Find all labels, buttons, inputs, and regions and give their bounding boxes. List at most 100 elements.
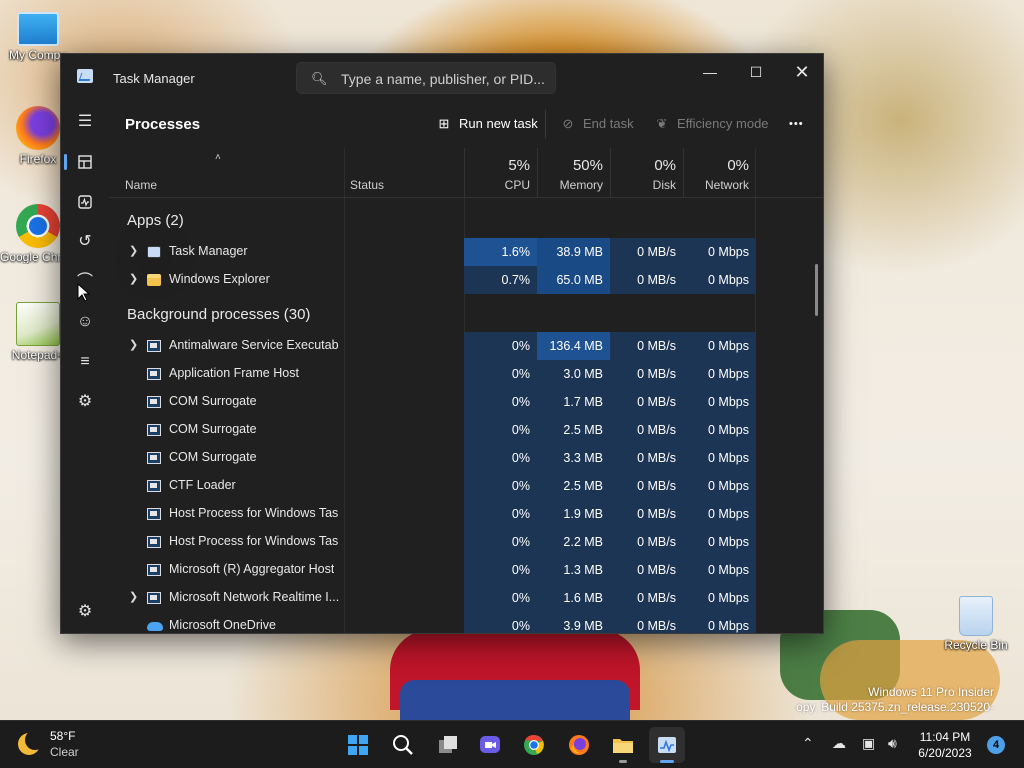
system-clock[interactable]: 11:04 PM 6/20/2023: [910, 729, 980, 761]
more-options-button[interactable]: •••: [789, 112, 804, 136]
disk-cell: 0 MB/s: [610, 528, 683, 556]
cpu-cell: 0%: [464, 472, 537, 500]
close-button[interactable]: ✕: [779, 58, 823, 86]
details-nav-icon[interactable]: ≡: [67, 344, 103, 380]
task-view-button[interactable]: [430, 727, 466, 763]
end-task-icon: ⊘: [562, 116, 574, 131]
memory-total: 50%: [572, 157, 603, 174]
table-row[interactable]: COM Surrogate 0% 3.3 MB 0 MB/s 0 Mbps: [109, 444, 823, 472]
disk-cell: 0 MB/s: [610, 500, 683, 528]
task-manager-taskbar-button[interactable]: [649, 727, 685, 763]
cpu-label: CPU: [504, 178, 530, 192]
table-row[interactable]: ❯ Task Manager 1.6% 38.9 MB 0 MB/s 0 Mbp…: [109, 238, 823, 266]
search-input[interactable]: [341, 69, 546, 89]
services-nav-icon[interactable]: ⚙: [67, 384, 103, 420]
processes-nav-icon[interactable]: [64, 144, 103, 180]
settings-gear-icon[interactable]: ⚙: [67, 594, 103, 630]
file-explorer-taskbar-button[interactable]: [605, 727, 641, 763]
table-row[interactable]: ❯ Windows Explorer 0.7% 65.0 MB 0 MB/s 0…: [109, 266, 823, 294]
maximize-button[interactable]: ☐: [733, 58, 779, 86]
display-icon[interactable]: ▣: [862, 735, 875, 752]
monitor-icon: [17, 12, 59, 46]
sort-ascending-icon: ˄: [215, 152, 221, 163]
watermark-line: opy. Build 25375.zn_release.230520-: [796, 700, 994, 714]
expand-chevron-icon[interactable]: ❯: [129, 244, 138, 257]
hamburger-menu-icon[interactable]: ☰: [67, 104, 103, 140]
disk-cell: 0 MB/s: [610, 388, 683, 416]
column-header-name[interactable]: Name: [125, 178, 157, 192]
end-task-button[interactable]: ⊘ End task: [559, 112, 634, 136]
efficiency-mode-label: Efficiency mode: [677, 116, 769, 131]
search-button[interactable]: [385, 727, 421, 763]
column-header-memory[interactable]: 50% Memory: [537, 148, 610, 198]
memory-cell: 65.0 MB: [537, 266, 610, 294]
network-disconnected-icon[interactable]: ☁: [832, 735, 846, 752]
network-cell: 0 Mbps: [683, 612, 756, 633]
process-name: COM Surrogate: [169, 394, 257, 408]
column-header-cpu[interactable]: 5% CPU: [464, 148, 537, 198]
cpu-cell: 0%: [464, 584, 537, 612]
disk-cell: 0 MB/s: [610, 584, 683, 612]
cpu-cell: 0%: [464, 332, 537, 360]
expand-chevron-icon[interactable]: ❯: [129, 338, 138, 351]
notification-badge[interactable]: 4: [987, 736, 1005, 754]
page-title: Processes: [125, 116, 201, 133]
column-header-network[interactable]: 0% Network: [683, 148, 756, 198]
notepadpp-icon: [16, 302, 60, 346]
table-row[interactable]: Microsoft (R) Aggregator Host 0% 1.3 MB …: [109, 556, 823, 584]
app-history-nav-icon[interactable]: ↺: [67, 224, 103, 260]
run-new-task-button[interactable]: ⊞ Run new task: [435, 112, 538, 136]
table-row[interactable]: Host Process for Windows Tasks 0% 1.9 MB…: [109, 500, 823, 528]
process-name: Windows Explorer: [169, 272, 270, 286]
process-icon: [147, 340, 161, 352]
efficiency-mode-button[interactable]: ❦ Efficiency mode: [653, 112, 769, 136]
cpu-total: 5%: [508, 157, 530, 174]
column-header-disk[interactable]: 0% Disk: [610, 148, 683, 198]
chat-button[interactable]: [472, 727, 508, 763]
column-header-status[interactable]: Status: [350, 178, 384, 192]
expand-chevron-icon[interactable]: ❯: [129, 590, 138, 603]
expand-chevron-icon[interactable]: ❯: [129, 272, 138, 285]
table-row[interactable]: Host Process for Windows Tasks 0% 2.2 MB…: [109, 528, 823, 556]
table-row[interactable]: COM Surrogate 0% 1.7 MB 0 MB/s 0 Mbps: [109, 388, 823, 416]
process-icon: [147, 396, 161, 408]
chrome-taskbar-button[interactable]: [516, 727, 552, 763]
users-nav-icon[interactable]: ☺: [67, 304, 103, 340]
minimize-button[interactable]: —: [687, 58, 733, 86]
network-label: Network: [704, 178, 749, 192]
table-row[interactable]: CTF Loader 0% 2.5 MB 0 MB/s 0 Mbps: [109, 472, 823, 500]
process-icon: [147, 480, 161, 492]
end-task-label: End task: [583, 116, 634, 131]
table-row[interactable]: Application Frame Host 0% 3.0 MB 0 MB/s …: [109, 360, 823, 388]
table-row[interactable]: COM Surrogate 0% 2.5 MB 0 MB/s 0 Mbps: [109, 416, 823, 444]
run-new-task-label: Run new task: [459, 116, 538, 131]
desktop-icon-recycle-bin[interactable]: Recycle Bin: [936, 596, 1016, 652]
cpu-cell: 0%: [464, 612, 537, 633]
memory-cell: 1.6 MB: [537, 584, 610, 612]
scrollbar-thumb[interactable]: [815, 264, 818, 316]
network-cell: 0 Mbps: [683, 528, 756, 556]
search-box[interactable]: 🔍︎: [296, 62, 556, 94]
task-manager-icon: [77, 69, 93, 83]
disk-total: 0%: [654, 157, 676, 174]
windows-logo-icon: [348, 735, 368, 755]
table-row[interactable]: ❯ Microsoft Network Realtime I... 0% 1.6…: [109, 584, 823, 612]
network-cell: 0 Mbps: [683, 266, 756, 294]
process-name: COM Surrogate: [169, 422, 257, 436]
disk-cell: 0 MB/s: [610, 472, 683, 500]
network-cell: 0 Mbps: [683, 556, 756, 584]
network-cell: 0 Mbps: [683, 584, 756, 612]
performance-nav-icon[interactable]: [67, 184, 103, 220]
start-button[interactable]: [340, 727, 376, 763]
network-cell: 0 Mbps: [683, 332, 756, 360]
table-row[interactable]: ❯ Antimalware Service Executable 0% 136.…: [109, 332, 823, 360]
volume-icon[interactable]: 🔊︎: [888, 735, 897, 752]
title-bar[interactable]: Task Manager 🔍︎ — ☐ ✕: [61, 54, 823, 100]
process-table: ˄ Name Status 5% CPU 50% Memory 0% Disk …: [109, 148, 823, 633]
command-bar: Processes ⊞ Run new task ⊘ End task ❦ Effic…: [109, 100, 823, 148]
clock-date: 6/20/2023: [918, 746, 972, 760]
firefox-taskbar-button[interactable]: [561, 727, 597, 763]
cpu-cell: 0%: [464, 556, 537, 584]
show-hidden-icons-chevron-icon[interactable]: ⌃: [802, 735, 814, 752]
table-row[interactable]: Microsoft OneDrive 0% 3.9 MB 0 MB/s 0 Mb…: [109, 612, 823, 633]
